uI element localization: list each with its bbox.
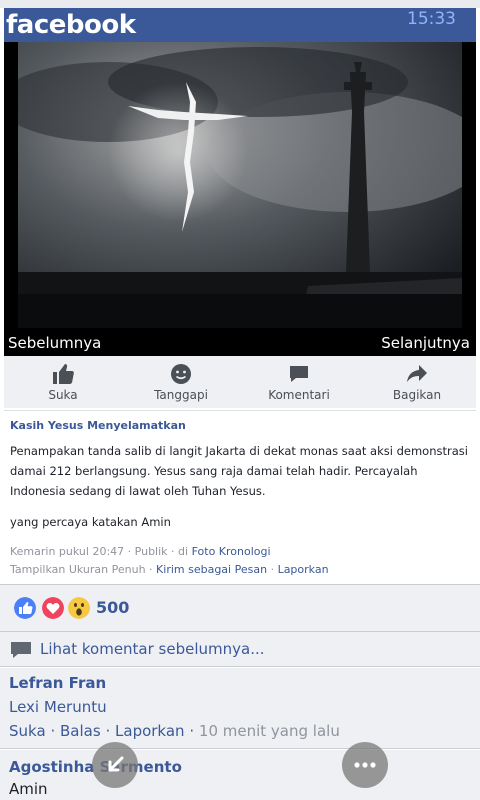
comment-actions: Suka · Balas · Laporkan · 10 menit yang … xyxy=(9,722,340,740)
photo-image xyxy=(18,42,462,328)
comment-label: Komentari xyxy=(268,388,330,402)
reaction-count: 500 xyxy=(96,598,130,617)
like-icon xyxy=(53,364,74,384)
comment-report-link[interactable]: Laporkan xyxy=(115,722,185,740)
post-text: Penampakan tanda salib di langit Jakarta… xyxy=(10,444,468,498)
more-options-button[interactable] xyxy=(342,742,388,788)
clock: 15:33 xyxy=(407,9,456,29)
album-link[interactable]: Foto Kronologi xyxy=(192,545,271,558)
back-button[interactable] xyxy=(92,742,138,788)
reactions-summary[interactable]: 500 xyxy=(0,584,480,632)
post-time[interactable]: Kemarin pukul 20:47 xyxy=(10,545,124,558)
previous-photo-link[interactable]: Sebelumnya xyxy=(8,334,101,352)
like-reaction-icon xyxy=(14,597,36,619)
back-arrow-icon xyxy=(108,756,124,772)
comment-bubble-icon xyxy=(11,642,31,658)
comment-like-link[interactable]: Suka xyxy=(9,722,46,740)
post-actions-bar: Suka Tanggapi Komentari Bagikan xyxy=(4,356,476,408)
report-link[interactable]: Laporkan xyxy=(278,563,329,576)
photo-viewer: Sebelumnya Selanjutnya xyxy=(4,42,476,356)
comment-reply-link[interactable]: Balas xyxy=(60,722,101,740)
post-author[interactable]: Kasih Yesus Menyelamatkan xyxy=(10,419,186,432)
comment-text: Amin xyxy=(9,780,48,798)
view-previous-comments[interactable]: Lihat komentar sebelumnya... xyxy=(0,632,480,667)
view-full-size-link[interactable]: Tampilkan Ukuran Penuh xyxy=(10,563,146,576)
react-label: Tanggapi xyxy=(154,388,208,402)
comment-text[interactable]: Lexi Meruntu xyxy=(9,698,107,716)
view-previous-comments-label: Lihat komentar sebelumnya... xyxy=(40,640,265,658)
wow-reaction-icon xyxy=(68,597,90,619)
commenter-name[interactable]: Lefran Fran xyxy=(9,674,106,692)
comment-time: 10 menit yang lalu xyxy=(198,722,340,740)
post-text-amen: yang percaya katakan Amin xyxy=(10,515,171,529)
facebook-logo[interactable]: facebook xyxy=(6,8,136,42)
share-button[interactable]: Bagikan xyxy=(358,362,476,402)
status-bar xyxy=(0,0,480,8)
love-reaction-icon xyxy=(42,597,64,619)
post-options: Tampilkan Ukuran Penuh · Kirim sebagai P… xyxy=(10,563,329,576)
post-privacy: Publik xyxy=(134,545,168,558)
post-photo[interactable] xyxy=(18,42,462,328)
post-meta: Kemarin pukul 20:47 · Publik · di Foto K… xyxy=(10,545,271,558)
react-button[interactable]: Tanggapi xyxy=(122,362,240,402)
comment-item: Agostinha Sarmento Amin xyxy=(0,750,480,800)
react-icon xyxy=(171,364,191,384)
like-button[interactable]: Suka xyxy=(4,362,122,402)
share-label: Bagikan xyxy=(392,388,442,402)
like-label: Suka xyxy=(48,388,78,402)
comment-icon xyxy=(290,366,308,382)
comment-button[interactable]: Komentari xyxy=(240,362,358,402)
send-message-link[interactable]: Kirim sebagai Pesan xyxy=(156,563,267,576)
app-header: facebook 15:33 xyxy=(4,8,476,42)
next-photo-link[interactable]: Selanjutnya xyxy=(381,334,470,352)
more-dots-icon xyxy=(354,762,376,768)
comment-item: Lefran Fran Lexi Meruntu Suka · Balas · … xyxy=(0,668,480,749)
share-icon xyxy=(407,365,427,382)
post-content: Kasih Yesus Menyelamatkan Penampakan tan… xyxy=(4,410,476,583)
